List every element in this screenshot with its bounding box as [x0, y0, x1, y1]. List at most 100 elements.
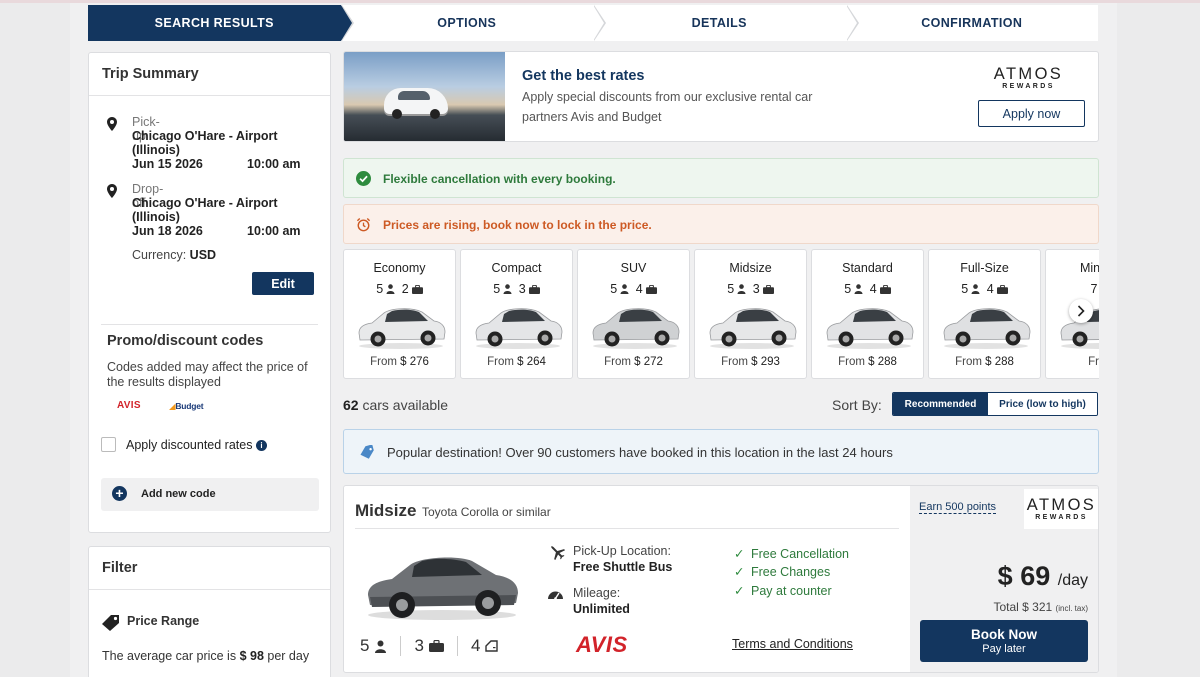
result-car-image: [368, 557, 518, 620]
step-label: OPTIONS: [437, 16, 497, 30]
apply-now-button[interactable]: Apply now: [978, 100, 1085, 127]
average-price-value: $ 98: [239, 649, 264, 663]
filter-panel: Filter Price Range The average car price…: [88, 546, 331, 677]
pickup-location-label: Pick-Up Location:: [573, 544, 671, 558]
person-icon: [503, 284, 512, 294]
info-icon[interactable]: i: [256, 440, 267, 451]
car-class-full-size[interactable]: Full-Size 5 4 From $ 288: [928, 249, 1041, 379]
bag-count: 3: [414, 636, 424, 655]
book-now-label: Book Now: [971, 627, 1037, 642]
car-class-economy[interactable]: Economy 5 2 From $ 276: [343, 249, 456, 379]
daily-price: $ 69 /day: [998, 561, 1088, 592]
budget-logo-text: Budget: [175, 401, 204, 411]
prices-rising-alert: Prices are rising, book now to lock in t…: [343, 204, 1099, 244]
earn-points-link[interactable]: Earn 500 points: [919, 501, 997, 514]
feature-label: Pay at counter: [751, 584, 832, 598]
suitcase-icon: [762, 284, 774, 294]
car-class-name: SUV: [620, 261, 647, 275]
currency-info: Currency: USD: [132, 248, 216, 262]
checkmark-icon: ✓: [734, 584, 745, 598]
mileage-value: Unlimited: [573, 602, 630, 616]
car-class-name: Minivan: [1079, 261, 1099, 275]
average-price-prefix: The average car price is: [102, 649, 240, 663]
car-class-price: From $ 293: [721, 356, 780, 368]
person-icon: [971, 284, 980, 294]
car-class-compact[interactable]: Compact 5 3 From $ 264: [460, 249, 573, 379]
bag-count: 3: [518, 282, 526, 296]
dropoff-date: Jun 18 2026: [132, 224, 203, 238]
car-class-suv[interactable]: SUV 5 4 From $ 272: [577, 249, 690, 379]
average-price-suffix: per day: [263, 649, 310, 663]
car-class-capacity: 5 2: [344, 282, 455, 296]
daily-price-unit: /day: [1057, 572, 1088, 589]
suitcase-icon: [879, 284, 891, 294]
sort-price-low-to-high[interactable]: Price (low to high): [988, 393, 1097, 415]
car-class-name: Full-Size: [960, 261, 1009, 275]
average-price-text: The average car price is $ 98 per day: [102, 649, 309, 663]
top-accent-line: [0, 0, 1200, 3]
total-price-note: (incl. tax): [1055, 604, 1088, 613]
suitcase-icon: [996, 284, 1008, 294]
car-class-capacity: 5 4: [812, 282, 923, 296]
pickup-date: Jun 15 2026: [132, 157, 203, 171]
apply-discounted-label[interactable]: Apply discounted rates: [126, 438, 252, 452]
add-new-code-label: Add new code: [141, 488, 216, 500]
apply-discounted-checkbox[interactable]: [101, 437, 116, 452]
passenger-count: 5: [610, 282, 618, 296]
book-now-button[interactable]: Book Now Pay later: [920, 620, 1088, 662]
car-class-capacity: 5 3: [461, 282, 572, 296]
trip-summary-title: Trip Summary: [89, 53, 330, 96]
trip-summary-panel: Trip Summary Pick-up Chicago O'Hare - Ai…: [88, 52, 331, 533]
best-rates-banner: Get the best rates Apply special discoun…: [343, 51, 1099, 142]
passenger-count: 5: [360, 636, 370, 655]
flexible-cancellation-text: Flexible cancellation with every booking…: [383, 172, 616, 186]
terms-and-conditions-link[interactable]: Terms and Conditions: [732, 637, 853, 651]
result-category: Midsize: [355, 501, 417, 520]
step-label: SEARCH RESULTS: [154, 16, 274, 30]
prices-rising-text: Prices are rising, book now to lock in t…: [383, 218, 652, 232]
result-capacity: 5 3 4: [360, 634, 511, 658]
step-confirmation[interactable]: CONFIRMATION: [845, 5, 1098, 41]
step-details[interactable]: DETAILS: [593, 5, 859, 41]
car-class-price: From $ 288: [838, 356, 897, 368]
sort-recommended[interactable]: Recommended: [893, 393, 988, 415]
passenger-count: 5: [493, 282, 501, 296]
cars-count-label: cars available: [358, 397, 449, 413]
person-icon: [620, 284, 629, 294]
carousel-next-button[interactable]: [1069, 299, 1093, 323]
booking-steps: SEARCH RESULTS OPTIONS DETAILS CONFIRMAT…: [88, 5, 1098, 41]
feature-pay-at-counter: ✓ Pay at counter: [734, 583, 832, 598]
edit-trip-button[interactable]: Edit: [252, 272, 314, 295]
car-class-image: [709, 308, 797, 349]
result-divider: [355, 528, 899, 529]
car-class-image: [592, 308, 680, 349]
banner-description: Apply special discounts from our exclusi…: [522, 90, 813, 124]
car-class-name: Economy: [373, 261, 426, 275]
section-divider: [101, 324, 318, 325]
feature-free-cancellation: ✓ Free Cancellation: [734, 546, 849, 561]
passenger-count: 5: [727, 282, 735, 296]
cars-count: 62: [343, 397, 359, 413]
add-new-code-button[interactable]: + Add new code: [101, 478, 319, 511]
atmos-logo-main: ATMOS: [1026, 496, 1097, 514]
passenger-count: 5: [844, 282, 852, 296]
car-class-price: From $ 272: [604, 356, 663, 368]
price-panel: Earn 500 points ATMOS REWARDS $ 69 /day …: [910, 486, 1098, 672]
car-class-standard[interactable]: Standard 5 4 From $ 288: [811, 249, 924, 379]
step-label: CONFIRMATION: [921, 16, 1023, 30]
step-search-results[interactable]: SEARCH RESULTS: [88, 5, 354, 41]
door-count-info: 4: [456, 636, 511, 656]
banner-car-photo: [344, 52, 505, 141]
car-class-midsize[interactable]: Midsize 5 3 From $ 293: [694, 249, 807, 379]
price-tag-icon: [102, 615, 119, 631]
passenger-count: 5: [961, 282, 969, 296]
car-graphic: [384, 88, 448, 119]
passenger-capacity: 5: [360, 636, 400, 656]
total-price-value: Total $ 321: [993, 600, 1053, 614]
book-now-sublabel: Pay later: [982, 643, 1026, 655]
suitcase-icon: [528, 284, 540, 294]
passenger-count: 5: [376, 282, 384, 296]
step-options[interactable]: OPTIONS: [340, 5, 606, 41]
atmos-logo-sub: REWARDS: [1035, 514, 1088, 521]
checkmark-icon: ✓: [734, 565, 745, 579]
